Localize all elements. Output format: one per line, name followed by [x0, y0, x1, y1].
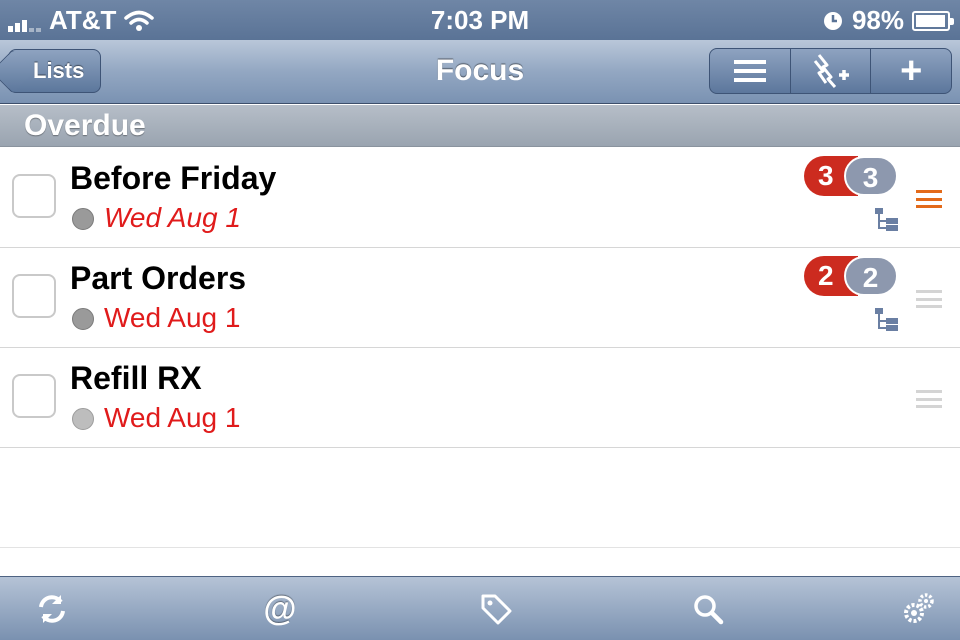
plus-icon: + — [900, 50, 923, 92]
list-view-button[interactable] — [710, 49, 791, 93]
priority-dot-icon — [72, 308, 94, 330]
reorder-handle-icon[interactable] — [916, 290, 942, 308]
tags-button[interactable] — [476, 589, 516, 629]
status-bar: AT&T 7:03 PM 98% — [0, 0, 960, 40]
bottom-toolbar: @ — [0, 576, 960, 640]
action-segmented-control: + — [709, 48, 952, 94]
task-checkbox[interactable] — [12, 374, 56, 418]
priority-dot-icon — [72, 408, 94, 430]
task-due-date: Wed Aug 1 — [104, 402, 241, 433]
menu-lines-icon — [733, 60, 766, 82]
reorder-handle-icon[interactable] — [916, 390, 942, 408]
task-title: Refill RX — [70, 360, 202, 396]
battery-percent: 98% — [851, 5, 904, 35]
tag-icon — [481, 594, 512, 625]
section-header-overdue: Overdue — [0, 105, 960, 147]
add-task-button[interactable]: + — [871, 49, 951, 93]
task-row[interactable]: Refill RX Wed Aug 1 — [0, 348, 960, 448]
subtask-count: 2 — [843, 256, 898, 296]
lightning-plus-icon — [813, 54, 849, 88]
subtask-tree-icon — [875, 308, 898, 331]
empty-list-row — [0, 448, 960, 548]
task-checkbox[interactable] — [12, 274, 56, 318]
task-title: Before Friday — [70, 160, 277, 196]
settings-gear-icon — [904, 593, 934, 623]
task-due-date: Wed Aug 1 — [104, 302, 241, 333]
alarm-clock-icon — [823, 11, 842, 30]
priority-dot-icon — [72, 208, 94, 230]
search-button[interactable] — [688, 589, 728, 629]
subtask-count-badge: 2 2 — [804, 256, 898, 296]
task-due-date: Wed Aug 1 — [104, 202, 241, 233]
task-checkbox[interactable] — [12, 174, 56, 218]
task-title: Part Orders — [70, 260, 247, 296]
subtask-tree-icon — [875, 208, 898, 231]
status-time: 7:03 PM — [430, 5, 530, 35]
status-right: 98% — [822, 5, 954, 36]
subtask-count-badge: 3 3 — [804, 156, 898, 196]
quick-add-button[interactable] — [791, 49, 872, 93]
search-icon — [694, 595, 724, 625]
task-row[interactable]: Before Friday Wed Aug 1 3 3 — [0, 148, 960, 248]
battery-icon — [912, 10, 954, 31]
task-row[interactable]: Part Orders Wed Aug 1 2 2 — [0, 248, 960, 348]
subtask-count: 3 — [843, 156, 898, 196]
reorder-handle-icon[interactable] — [916, 190, 942, 208]
task-list: Before Friday Wed Aug 1 3 3 Part Orders … — [0, 148, 960, 548]
sync-icon — [39, 595, 65, 623]
contexts-button[interactable]: @ — [260, 589, 300, 629]
settings-button[interactable] — [898, 589, 938, 629]
navigation-bar: Lists Focus + — [0, 40, 960, 104]
at-icon: @ — [263, 589, 297, 628]
sync-button[interactable] — [32, 589, 72, 629]
